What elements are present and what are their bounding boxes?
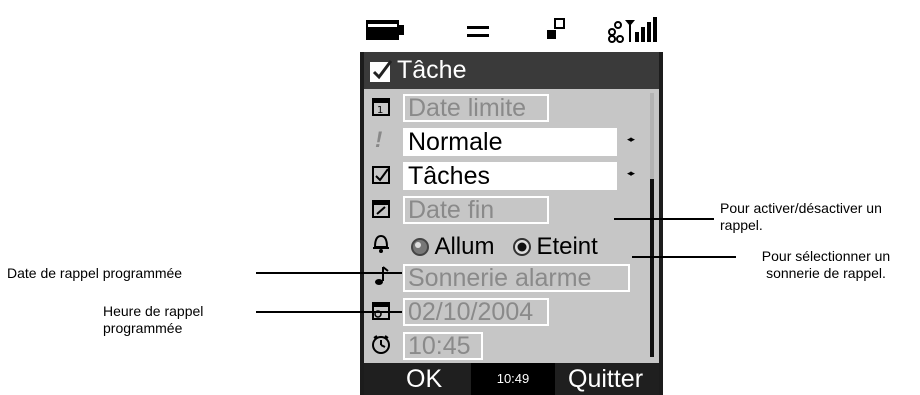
category-row: Tâches ◂▸ (364, 159, 659, 193)
category-icon (372, 166, 390, 184)
alarm-on-label: Allum (434, 233, 495, 260)
reminder-time-row: 10:45 (364, 329, 659, 363)
callout-reminder-date: Date de rappel programmée (7, 265, 183, 281)
calendar-end-icon (372, 200, 390, 218)
radio-unselected-icon (411, 238, 429, 256)
quit-softkey[interactable]: Quitter (568, 365, 643, 394)
task-form: 1 Date limite ! Normale ◂▸ Tâches ◂▸ Dat… (364, 89, 659, 363)
signal-strength-icon (608, 17, 657, 43)
page-title: Tâche (397, 56, 467, 84)
category-select[interactable]: Tâches (403, 162, 617, 190)
ringtone-field[interactable]: Sonnerie alarme (403, 264, 630, 292)
reminder-calendar-icon (372, 302, 390, 320)
exclamation-icon: ! (375, 127, 383, 152)
reminder-date-field[interactable]: 02/10/2004 (403, 298, 549, 326)
callout-line-toggle (614, 218, 714, 220)
alarm-toggle-row: Allum Eteint (364, 227, 659, 261)
ringtone-row: Sonnerie alarme (364, 261, 659, 295)
callout-reminder-time: Heure de rappel programmée (103, 303, 204, 336)
calendar-icon: 1 (372, 98, 390, 116)
softkey-bar: OK 10:49 Quitter (364, 363, 659, 395)
callout-line-reminder-date (256, 272, 402, 274)
callout-toggle-alarm: Pour activer/désactiver un rappel. (720, 200, 882, 233)
bell-icon (373, 234, 389, 253)
left-right-arrows-icon[interactable]: ◂▸ (627, 168, 635, 179)
alarm-off-label: Eteint (536, 233, 598, 260)
reminder-date-row: 02/10/2004 (364, 295, 659, 329)
callout-line-ringtone (632, 256, 736, 258)
end-date-field[interactable]: Date fin (403, 196, 549, 224)
callout-select-ringtone: Pour sélectionner un sonnerie de rappel. (761, 248, 891, 281)
battery-icon (366, 20, 404, 40)
priority-row: ! Normale ◂▸ (364, 125, 659, 159)
status-bar (360, 6, 663, 52)
title-bar: Tâche (364, 52, 659, 89)
priority-select[interactable]: Normale (403, 128, 617, 156)
reminder-time-field[interactable]: 10:45 (403, 332, 483, 360)
clock-icon (372, 335, 390, 354)
phone-screen: Tâche 1 Date limite ! Normale ◂▸ Tâches … (360, 6, 663, 395)
network-icon (547, 18, 565, 39)
scrollbar-thumb[interactable] (650, 179, 654, 357)
callout-line-reminder-time (256, 311, 402, 313)
end-date-row: Date fin (364, 193, 659, 227)
music-note-icon (375, 266, 389, 285)
svg-text:1: 1 (377, 105, 383, 116)
left-right-arrows-icon[interactable]: ◂▸ (627, 134, 635, 145)
due-date-field[interactable]: Date limite (403, 94, 549, 122)
radio-selected-icon (513, 238, 531, 256)
alarm-on-radio[interactable]: Allum (410, 233, 494, 261)
equals-icon (467, 26, 489, 37)
alarm-off-radio[interactable]: Eteint (512, 233, 598, 261)
due-date-row: 1 Date limite (364, 91, 659, 125)
ok-softkey[interactable]: OK (406, 365, 442, 394)
task-checkbox-icon (370, 60, 393, 82)
status-clock: 10:49 (471, 363, 555, 395)
